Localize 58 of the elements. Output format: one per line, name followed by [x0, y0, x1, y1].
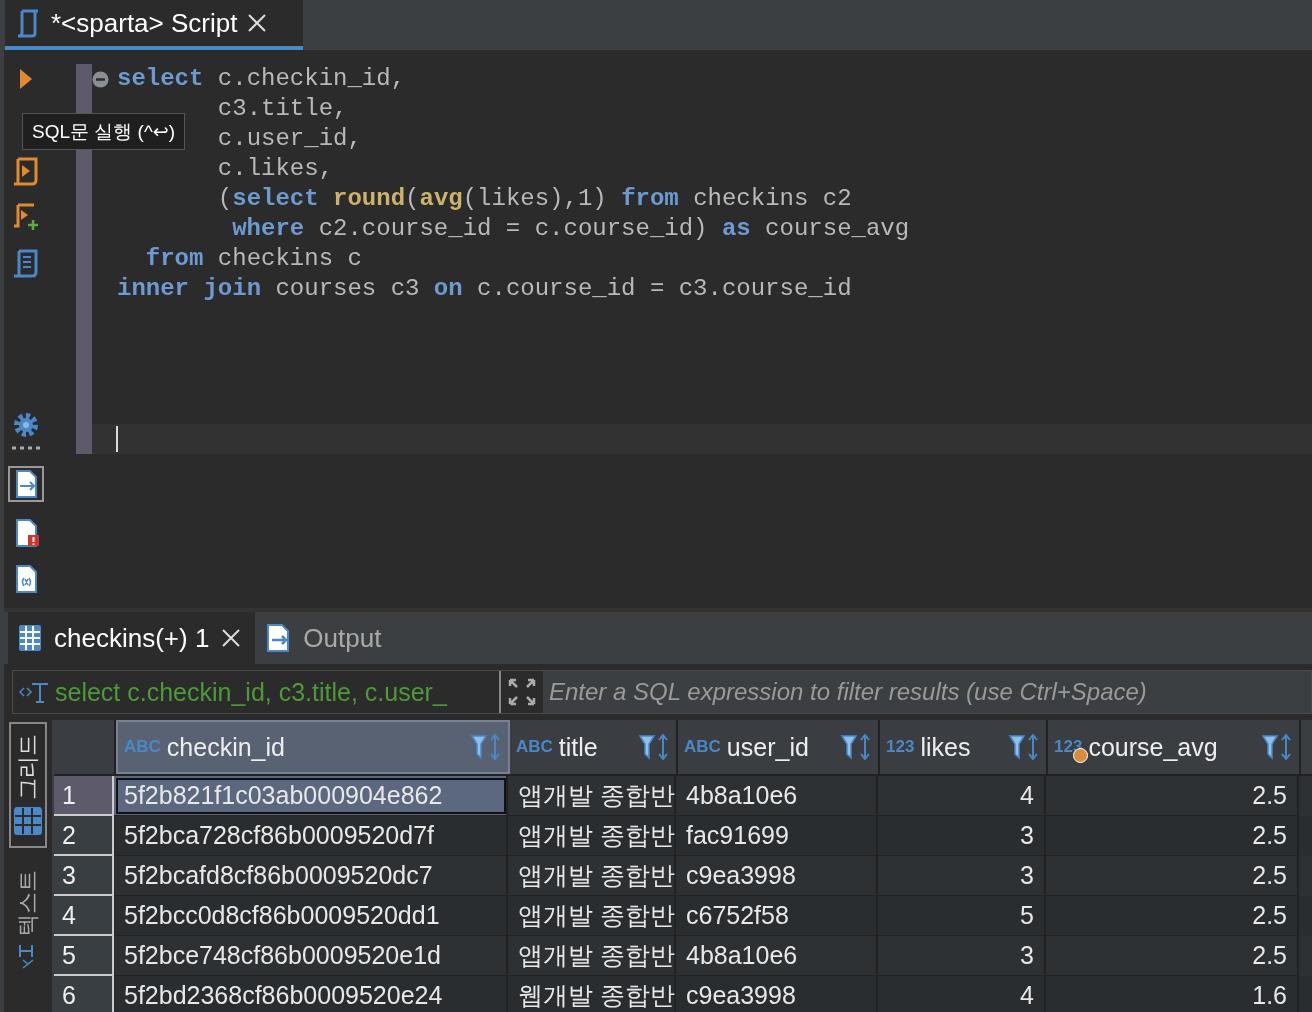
tooltip: SQL문 실행 (^↩) [22, 113, 186, 150]
output-icon [265, 623, 292, 653]
row-number[interactable]: 2 [54, 816, 114, 856]
type-label: ABC [684, 737, 721, 757]
code-line: from checkins c [145, 244, 362, 274]
type-label: ABC [124, 737, 161, 757]
row-number[interactable]: 1 [54, 776, 114, 816]
row-number[interactable]: 4 [54, 896, 114, 936]
column-name: course_avg [1088, 732, 1219, 762]
script-add-icon[interactable] [12, 202, 40, 232]
table-cell: 5f2bd2368cf86b0009520e24 [114, 976, 508, 1012]
code-line: (select round(avg(likes),1) from checkins c2 [217, 184, 852, 214]
script-run-icon[interactable] [12, 156, 40, 186]
column-name: checkin_id [166, 732, 286, 762]
column-header[interactable]: 123 likes [880, 720, 1048, 774]
result-tab[interactable]: checkins(+) 1 [8, 612, 256, 664]
filter-sort-icon[interactable] [1261, 732, 1293, 762]
column-name: title [558, 732, 599, 762]
code-line: c.user_id, [217, 124, 362, 154]
code-line: select c.checkin_id, [117, 64, 406, 94]
close-icon[interactable] [247, 13, 268, 33]
type-label: ABC [516, 737, 553, 757]
type-label: 123 [886, 737, 915, 757]
script-tab[interactable]: *<sparta> Script [5, 0, 303, 50]
column-name: likes [920, 732, 972, 762]
collapse-icon[interactable] [92, 70, 109, 88]
filter-sort-icon[interactable] [1008, 732, 1040, 762]
filter-sort-icon[interactable] [840, 732, 872, 762]
view-tab[interactable]: 텍스트 [9, 858, 47, 982]
grid-icon [13, 806, 43, 836]
column-header[interactable]: ABC user_id [678, 720, 880, 774]
table-cell: 5f2b821f1c03ab000904e862 [114, 776, 508, 816]
view-tab[interactable]: 그리드 [9, 722, 47, 848]
export-icon[interactable] [8, 466, 44, 502]
more-icon[interactable] [11, 446, 41, 450]
row-number[interactable]: 6 [54, 976, 114, 1012]
close-icon[interactable] [221, 628, 242, 648]
script-icon [15, 8, 41, 38]
table-cell: 1.6 [1046, 976, 1299, 1012]
code-line: c3.title, [217, 94, 348, 124]
row-number[interactable]: 5 [54, 936, 114, 976]
script-list-icon[interactable] [12, 248, 40, 278]
code-line: c.likes, [217, 154, 334, 184]
filter-sort-icon[interactable] [638, 732, 670, 762]
row-number[interactable]: 3 [54, 856, 114, 896]
code-line: where c2.course_id = c.course_id) as course_avg [232, 214, 910, 244]
text-cursor [116, 426, 118, 452]
result-tab[interactable]: Output [255, 612, 396, 664]
grid-icon [18, 624, 42, 652]
table-cell: 4 [878, 976, 1046, 1012]
column-name: user_id [726, 732, 810, 762]
table-cell: 웹개발 종합반 [508, 976, 676, 1012]
gear-icon[interactable] [12, 410, 40, 440]
column-header[interactable]: ABC title [510, 720, 678, 774]
table-cell: c9ea3998 [676, 976, 878, 1012]
filter-sort-icon[interactable] [470, 732, 502, 762]
column-header[interactable]: ABC checkin_id [116, 720, 510, 774]
code-line: inner join courses c3 on c.course_id = c3.course_id [117, 274, 852, 304]
